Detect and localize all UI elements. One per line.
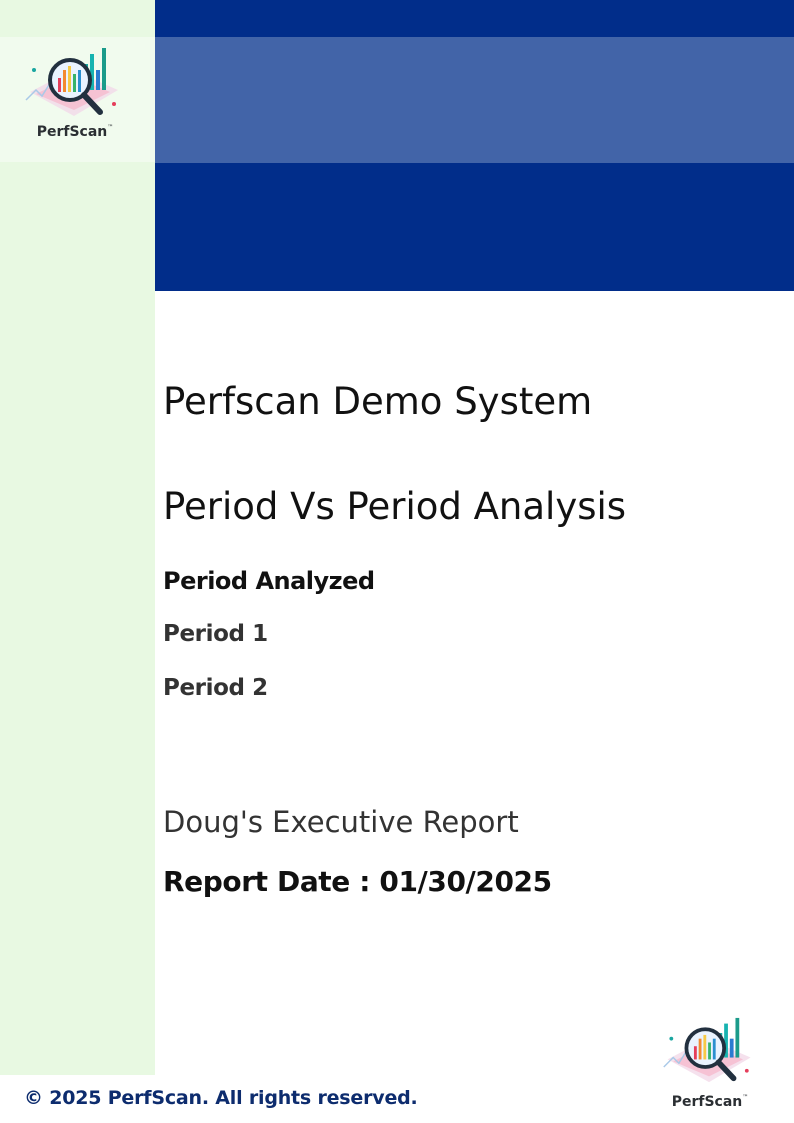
magnifier-chart-logo-icon [25, 48, 118, 116]
logo-wordmark: PerfScan™ [671, 1094, 749, 1110]
perfscan-logo-footer: PerfScan™ [660, 1008, 760, 1114]
period-heading: Period Analyzed [163, 567, 375, 595]
period-item: Period 1 [163, 621, 268, 647]
copyright-notice: © 2025 PerfScan. All rights reserved. [24, 1087, 418, 1109]
report-subtitle: Period Vs Period Analysis [163, 485, 627, 528]
report-name: Doug's Executive Report [163, 805, 519, 839]
report-date: Report Date : 01/30/2025 [163, 865, 552, 898]
logo-wordmark: PerfScan™ [36, 124, 114, 140]
report-title: Perfscan Demo System [163, 380, 593, 423]
magnifier-chart-logo-icon [663, 1017, 751, 1083]
period-item: Period 2 [163, 675, 268, 701]
perfscan-logo: PerfScan™ [22, 40, 128, 148]
header-banner-stripe [155, 37, 794, 163]
